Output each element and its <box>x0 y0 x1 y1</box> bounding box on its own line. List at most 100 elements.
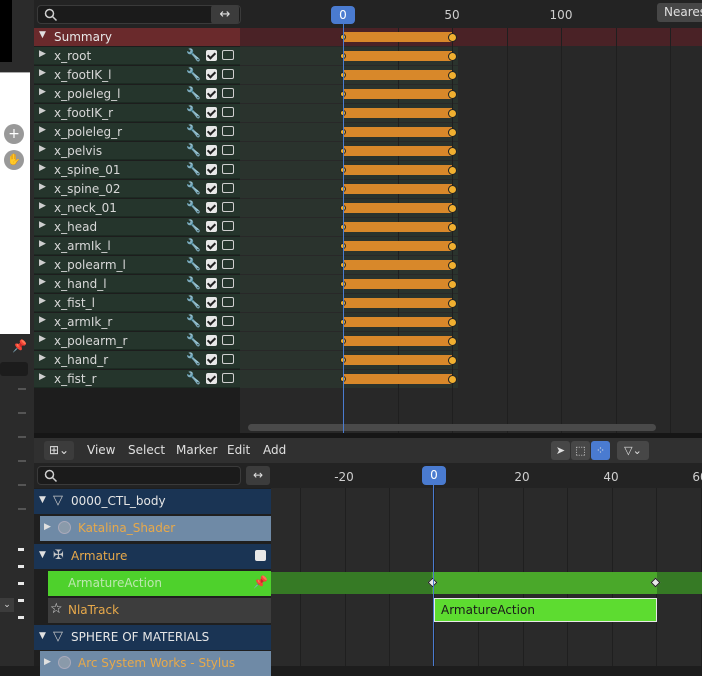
expand-arrow-icon[interactable]: ▶ <box>39 144 46 154</box>
keyframe-bar[interactable] <box>343 317 452 327</box>
nla-strip[interactable]: ArmatureAction <box>434 598 657 622</box>
keyframe-bar[interactable] <box>343 241 452 251</box>
expand-arrow-icon[interactable]: ▶ <box>44 522 51 532</box>
menu-edit[interactable]: Edit <box>227 443 250 457</box>
expand-arrow-icon[interactable]: ▶ <box>39 372 46 382</box>
keyframe[interactable] <box>447 108 457 118</box>
keyframe[interactable] <box>447 260 457 270</box>
menu-add[interactable]: Add <box>263 443 286 457</box>
keyframe[interactable] <box>447 279 457 289</box>
keyframe[interactable] <box>447 241 457 251</box>
lock-icon[interactable] <box>222 88 234 98</box>
expand-arrow-icon[interactable]: ▶ <box>39 106 46 116</box>
channel-row[interactable]: ▶ x_polearm_r 🔧 <box>34 332 240 350</box>
current-frame-badge[interactable]: 0 <box>331 6 355 24</box>
wrench-icon[interactable]: 🔧 <box>186 162 201 176</box>
keyframe-bar[interactable] <box>343 127 452 137</box>
checkbox[interactable] <box>206 221 217 232</box>
swap-icon[interactable]: ↔ <box>211 5 239 24</box>
keyframe[interactable] <box>447 222 457 232</box>
checkbox[interactable] <box>206 183 217 194</box>
expand-arrow-icon[interactable]: ▶ <box>39 315 46 325</box>
expand-arrow-icon[interactable]: ▶ <box>39 201 46 211</box>
lock-icon[interactable] <box>222 335 234 345</box>
channel-row[interactable]: ▶ x_hand_l 🔧 <box>34 275 240 293</box>
expand-arrow-icon[interactable]: ▶ <box>39 334 46 344</box>
lock-icon[interactable] <box>222 145 234 155</box>
nla-current-frame-badge[interactable]: 0 <box>422 466 446 485</box>
expand-arrow-icon[interactable]: ▶ <box>39 49 46 59</box>
wrench-icon[interactable]: 🔧 <box>186 219 201 233</box>
checkbox[interactable] <box>206 202 217 213</box>
keyframe[interactable] <box>447 70 457 80</box>
keyframe[interactable] <box>447 298 457 308</box>
keyframe-bar[interactable] <box>343 374 452 384</box>
keyframe[interactable] <box>447 146 457 156</box>
channel-row[interactable]: ▶ x_footIK_r 🔧 <box>34 104 240 122</box>
select-cursor-icon[interactable]: ➤ <box>551 441 570 460</box>
checkbox[interactable] <box>206 316 217 327</box>
checkbox[interactable] <box>206 164 217 175</box>
expand-arrow-icon[interactable]: ▼ <box>39 30 46 40</box>
keyframe-bar[interactable] <box>343 222 452 232</box>
menu-marker[interactable]: Marker <box>176 443 217 457</box>
track-row-material[interactable]: ▶ Arc System Works - Stylus <box>40 651 271 676</box>
channel-row[interactable]: ▶ x_armIk_r 🔧 <box>34 313 240 331</box>
checkbox[interactable] <box>206 107 217 118</box>
checkbox[interactable] <box>206 126 217 137</box>
expand-arrow-icon[interactable]: ▼ <box>39 550 46 560</box>
keyframe[interactable] <box>447 51 457 61</box>
keyframe-bar[interactable] <box>343 146 452 156</box>
checkbox[interactable] <box>206 354 217 365</box>
menu-view[interactable]: View <box>87 443 115 457</box>
keyframe[interactable] <box>447 336 457 346</box>
wrench-icon[interactable]: 🔧 <box>186 67 201 81</box>
channel-row[interactable]: ▶ x_root 🔧 <box>34 47 240 65</box>
lock-icon[interactable] <box>222 373 234 383</box>
wrench-icon[interactable]: 🔧 <box>186 238 201 252</box>
keyframe[interactable] <box>447 184 457 194</box>
summary-keyframe[interactable] <box>447 32 457 42</box>
lock-icon[interactable] <box>222 297 234 307</box>
channel-row[interactable]: ▶ x_neck_01 🔧 <box>34 199 240 217</box>
summary-keybar[interactable] <box>343 32 452 42</box>
checkbox[interactable] <box>206 88 217 99</box>
wrench-icon[interactable]: 🔧 <box>186 143 201 157</box>
keyframe-bar[interactable] <box>343 355 452 365</box>
keyframe-bar[interactable] <box>343 70 452 80</box>
wrench-icon[interactable]: 🔧 <box>186 105 201 119</box>
channel-row[interactable]: ▶ x_poleleg_l 🔧 <box>34 85 240 103</box>
keyframe[interactable] <box>447 165 457 175</box>
checkbox[interactable] <box>206 50 217 61</box>
checkbox[interactable] <box>255 550 266 561</box>
channel-row[interactable]: ▶ x_polearm_l 🔧 <box>34 256 240 274</box>
keyframe-bar[interactable] <box>343 108 452 118</box>
keyframe[interactable] <box>447 89 457 99</box>
wrench-icon[interactable]: 🔧 <box>186 48 201 62</box>
keyframe[interactable] <box>447 374 457 384</box>
channel-row[interactable]: ▶ x_armIk_l 🔧 <box>34 237 240 255</box>
wrench-icon[interactable]: 🔧 <box>186 333 201 347</box>
track-row-armature[interactable]: ▼ ✠ Armature <box>34 544 271 569</box>
star-icon[interactable]: ☆ <box>50 601 63 617</box>
keyframe-bar[interactable] <box>343 203 452 213</box>
wrench-icon[interactable]: 🔧 <box>186 86 201 100</box>
wrench-icon[interactable]: 🔧 <box>186 124 201 138</box>
lock-icon[interactable] <box>222 69 234 79</box>
dopesheet-timeline[interactable] <box>240 28 702 433</box>
track-row-object[interactable]: ▼ ▽ SPHERE OF MATERIALS <box>34 625 271 650</box>
wrench-icon[interactable]: 🔧 <box>186 181 201 195</box>
left-field[interactable] <box>0 362 28 376</box>
hand-pan-icon[interactable]: ✋ <box>4 150 24 170</box>
wrench-icon[interactable]: 🔧 <box>186 276 201 290</box>
lock-icon[interactable] <box>222 354 234 364</box>
track-search-input[interactable] <box>37 466 241 485</box>
editor-type-icon[interactable]: ⊞⌄ <box>44 441 74 460</box>
lock-icon[interactable] <box>222 126 234 136</box>
expand-arrow-icon[interactable]: ▶ <box>39 182 46 192</box>
expand-arrow-icon[interactable]: ▶ <box>39 239 46 249</box>
wrench-icon[interactable]: 🔧 <box>186 314 201 328</box>
keyframe-bar[interactable] <box>343 279 452 289</box>
keyframe-bar[interactable] <box>343 165 452 175</box>
expand-arrow-icon[interactable]: ▶ <box>39 68 46 78</box>
